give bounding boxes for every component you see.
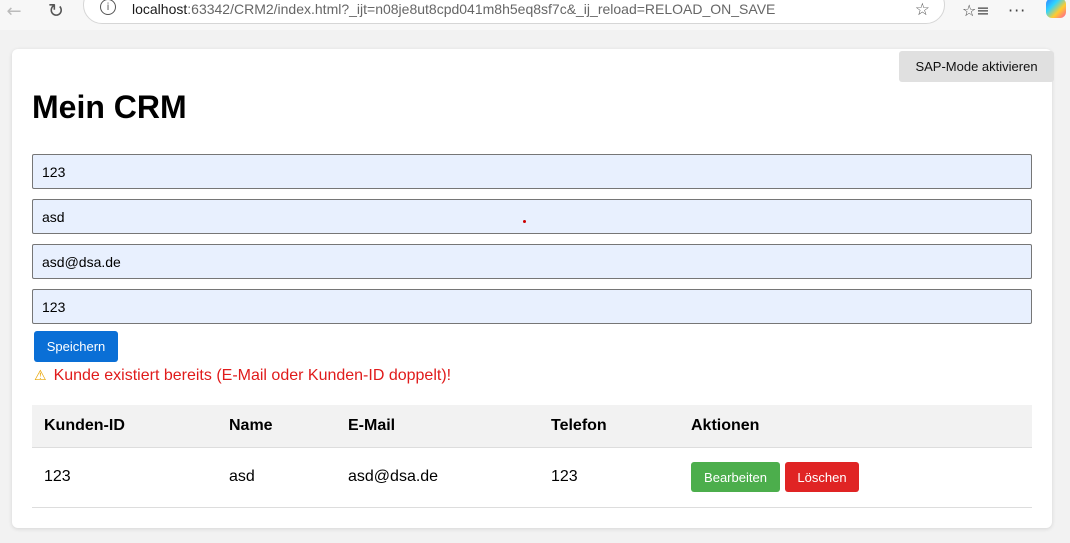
table-header-row: Kunden-ID Name E-Mail Telefon Aktionen (32, 405, 1032, 448)
url-path: :63342/CRM2/index.html?_ijt=n08je8ut8cpd… (187, 1, 776, 17)
site-info-icon[interactable]: i (100, 0, 116, 15)
more-menu-icon[interactable]: ··· (1008, 0, 1026, 20)
crm-card: SAP-Mode aktivieren Mein CRM Speichern ⚠… (12, 49, 1054, 528)
cell-email: asd@dsa.de (336, 447, 539, 508)
copilot-icon[interactable] (1046, 0, 1066, 18)
back-arrow-icon[interactable]: ← (2, 0, 26, 22)
cell-id: 123 (32, 447, 217, 508)
phone-field[interactable] (32, 289, 1032, 324)
customer-id-field[interactable] (32, 154, 1032, 189)
url-host: localhost (132, 1, 188, 17)
cursor-dot (523, 220, 526, 223)
name-field[interactable] (32, 199, 1032, 234)
reload-icon[interactable]: ↻ (44, 0, 68, 22)
edit-button[interactable]: Bearbeiten (691, 462, 780, 492)
column-header-phone: Telefon (539, 405, 679, 448)
address-bar[interactable]: i localhost:63342/CRM2/index.html?_ijt=n… (83, 0, 945, 24)
customer-table: Kunden-ID Name E-Mail Telefon Aktionen 1… (32, 405, 1032, 508)
page-title: Mein CRM (32, 89, 187, 125)
column-header-actions: Aktionen (679, 405, 1032, 448)
warning-icon: ⚠ (34, 368, 47, 384)
email-field[interactable] (32, 244, 1032, 279)
cell-actions: Bearbeiten Löschen (679, 447, 1032, 508)
save-button[interactable]: Speichern (34, 331, 118, 362)
favorites-list-icon[interactable]: ☆≡ (962, 0, 990, 20)
cell-phone: 123 (539, 447, 679, 508)
cell-name: asd (217, 447, 336, 508)
sap-mode-button[interactable]: SAP-Mode aktivieren (899, 51, 1054, 82)
column-header-id: Kunden-ID (32, 405, 217, 448)
column-header-name: Name (217, 405, 336, 448)
table-row: 123 asd asd@dsa.de 123 Bearbeiten Löschen (32, 447, 1032, 508)
column-header-email: E-Mail (336, 405, 539, 448)
delete-button[interactable]: Löschen (785, 462, 859, 492)
url-text[interactable]: localhost:63342/CRM2/index.html?_ijt=n08… (132, 1, 775, 17)
error-text: Kunde existiert bereits (E-Mail oder Kun… (53, 367, 452, 384)
favorite-star-icon[interactable]: ☆ (915, 0, 930, 20)
browser-toolbar: ← ↻ i localhost:63342/CRM2/index.html?_i… (0, 0, 1070, 30)
error-message: ⚠ Kunde existiert bereits (E-Mail oder K… (34, 367, 451, 385)
